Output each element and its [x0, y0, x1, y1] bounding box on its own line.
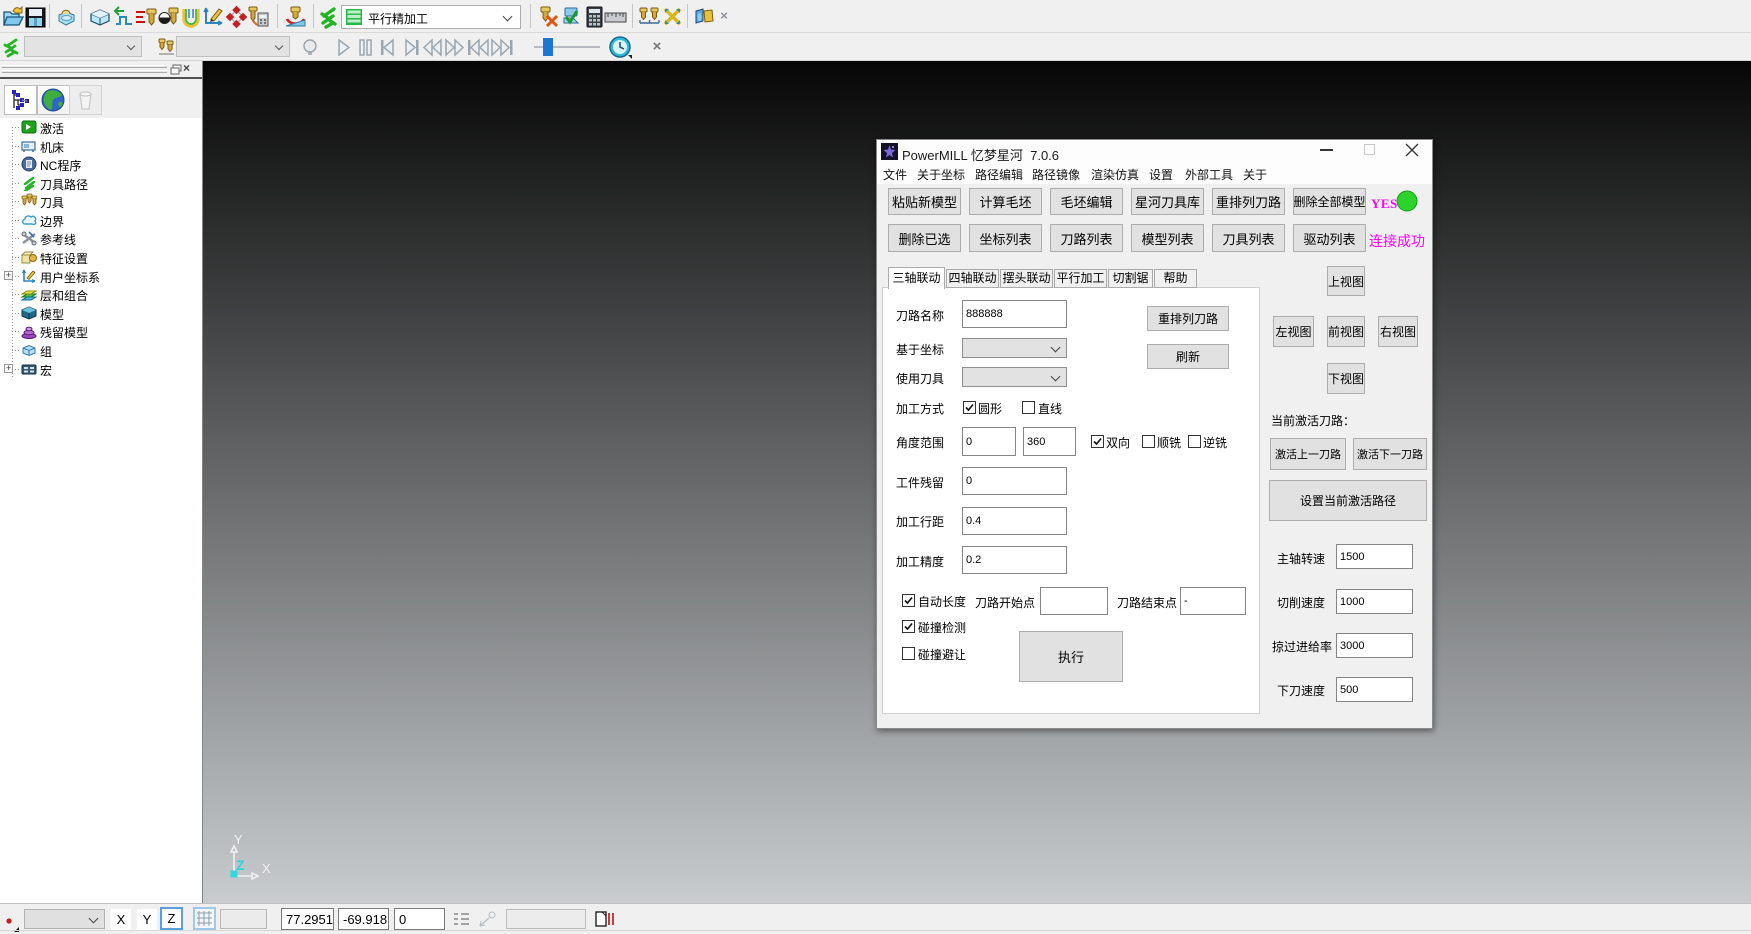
- svg-text:Z: Z: [236, 857, 245, 873]
- svg-text:Y: Y: [234, 832, 243, 847]
- svg-text:X: X: [262, 861, 271, 876]
